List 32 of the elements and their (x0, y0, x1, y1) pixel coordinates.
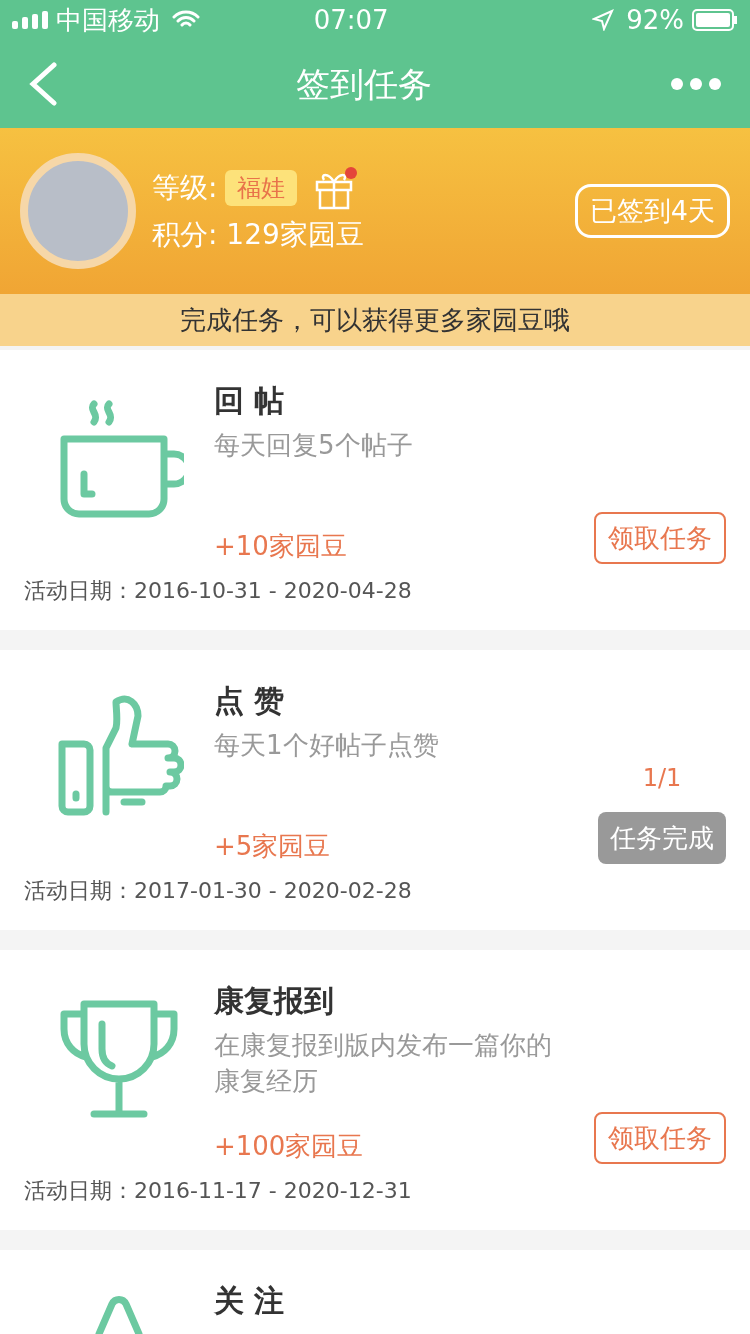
points-text: 积分: 129家园豆 (152, 217, 365, 253)
more-icon[interactable] (670, 77, 722, 91)
back-icon[interactable] (28, 62, 58, 106)
task-title: 回 帖 (214, 382, 286, 420)
task-description: 每天回复5个帖子 (214, 429, 414, 462)
progress-count: 1/1 (642, 763, 682, 794)
task-description: 在康复报到版内发布一篇你的康复经历 (214, 1029, 553, 1098)
level-label: 等级: (152, 170, 218, 206)
location-arrow-icon (592, 9, 615, 31)
reward-points: +100家园豆 (214, 1130, 365, 1163)
activity-date: 活动日期：2017-01-30 - 2020-02-28 (24, 877, 413, 905)
page-title: 签到任务 (295, 62, 433, 106)
claim-task-button[interactable]: 领取任务 (594, 1112, 726, 1164)
signal-icon (12, 11, 48, 29)
activity-date: 活动日期：2016-11-17 - 2020-12-31 (24, 1177, 413, 1205)
battery-icon (692, 9, 738, 31)
task-title: 关 注 (214, 1282, 286, 1320)
task-title: 康复报到 (214, 982, 335, 1020)
clock-time: 07:07 (312, 3, 390, 37)
level-tag: 福娃 (225, 170, 298, 206)
carrier-name: 中国移动 (56, 3, 160, 37)
reward-points: +5家园豆 (214, 830, 332, 863)
battery-percent: 92% (626, 3, 684, 37)
claim-task-button[interactable]: 领取任务 (594, 512, 726, 564)
task-complete-status: 任务完成 (598, 812, 726, 864)
reward-points: +10家园豆 (214, 530, 348, 563)
task-title: 点 赞 (214, 682, 286, 720)
tip-banner: 完成任务，可以获得更多家园豆哦 (0, 294, 750, 346)
task-description: 每天1个好帖子点赞 (214, 729, 440, 762)
activity-date: 活动日期：2016-10-31 - 2020-04-28 (24, 577, 413, 605)
checkin-days-button[interactable]: 已签到4天 (574, 184, 730, 238)
gift-icon[interactable] (313, 166, 360, 210)
